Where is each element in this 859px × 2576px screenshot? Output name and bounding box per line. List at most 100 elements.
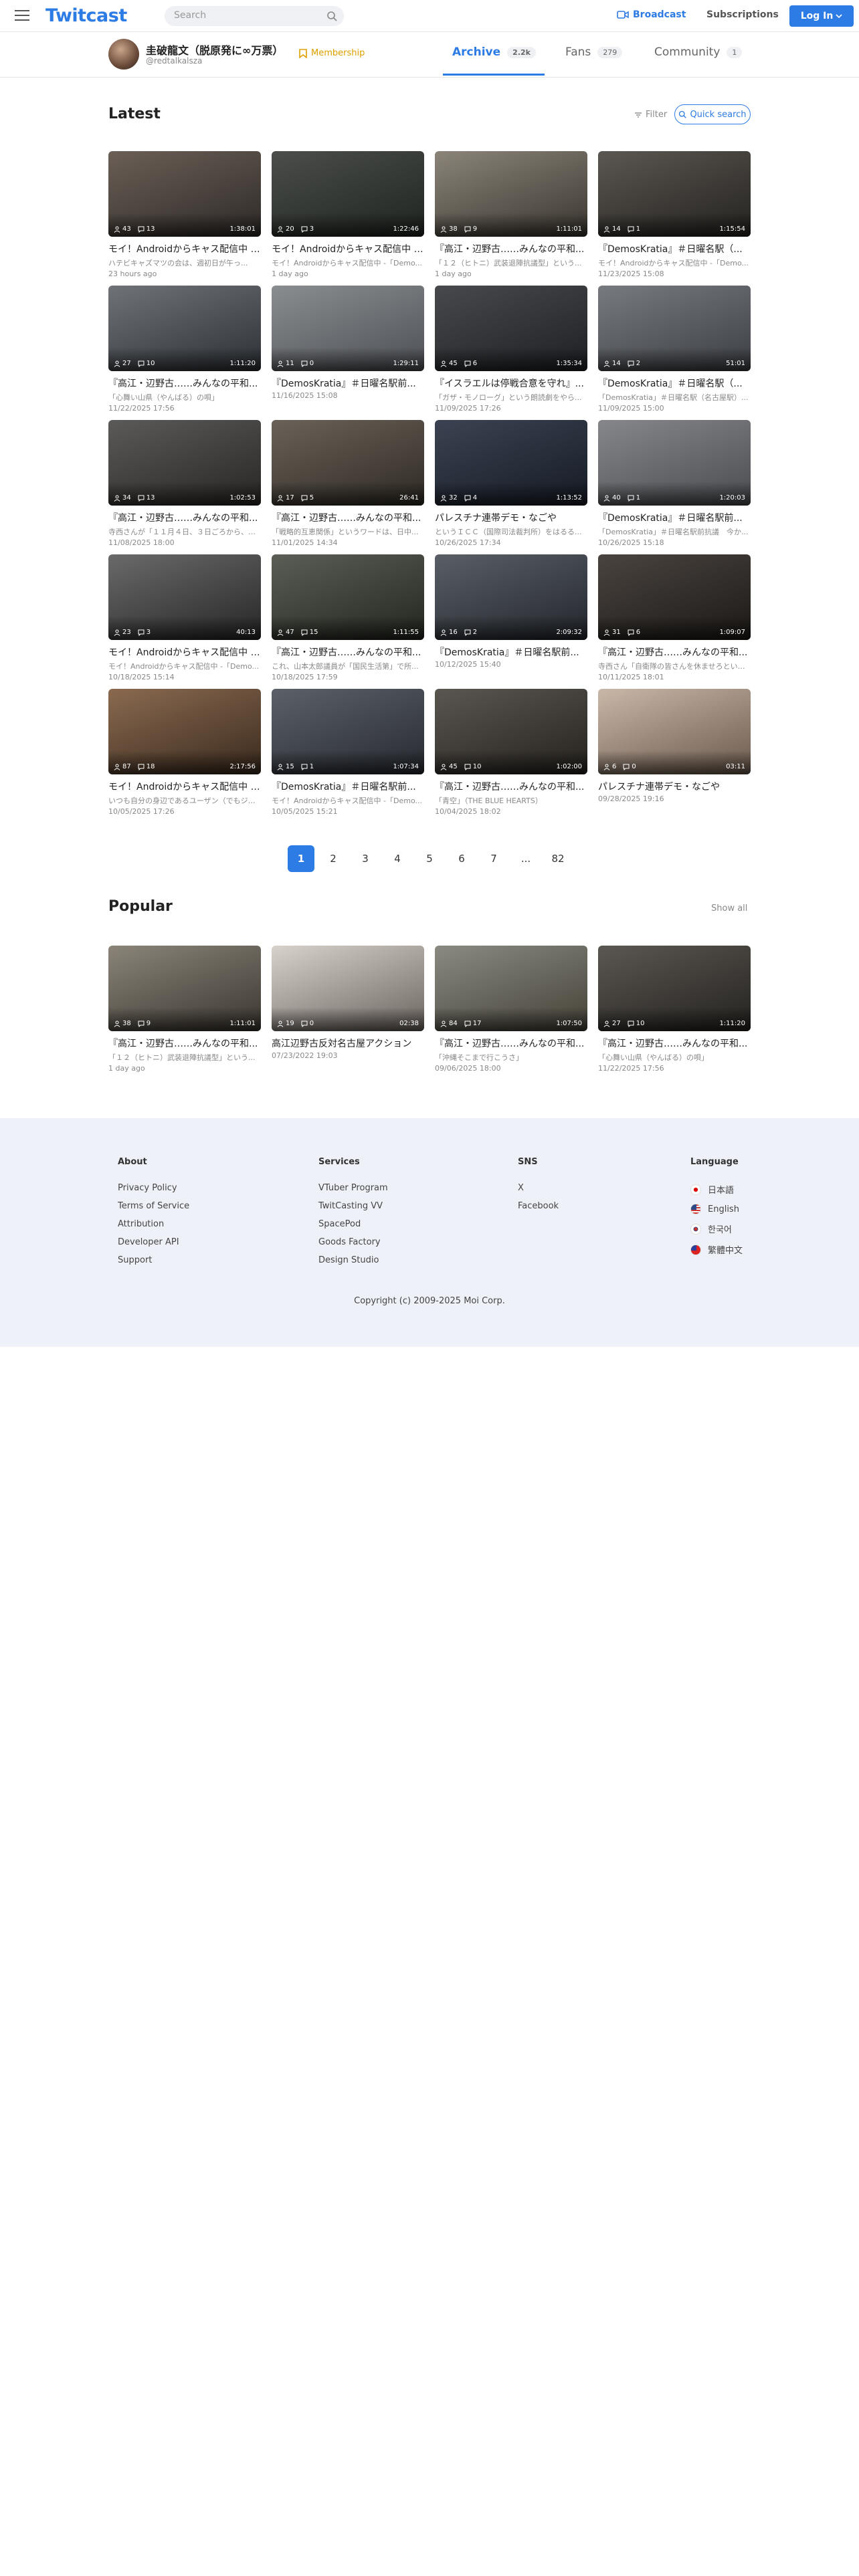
language-option-zh[interactable]: 繁體中文 bbox=[690, 1243, 743, 1256]
video-thumbnail[interactable]: 43 13 1:38:01 bbox=[108, 151, 261, 237]
video-thumbnail[interactable]: 23 3 40:13 bbox=[108, 554, 261, 640]
video-card[interactable]: 38 9 1:11:01 『高江・辺野古……みんなの平和... 「１２（ヒトニ）武装退陣… bbox=[108, 946, 261, 1073]
video-card[interactable]: 87 18 2:17:56 モイ！Androidからキャス配信中 -... いつも自分の… bbox=[108, 689, 261, 816]
video-card[interactable]: 27 10 1:11:20 『高江・辺野古……みんなの平和... 「心舞い山県（やんばる… bbox=[108, 286, 261, 413]
login-button[interactable]: Log In bbox=[789, 5, 854, 27]
video-title[interactable]: 『高江・辺野古……みんなの平和... bbox=[108, 511, 261, 524]
tab-fans[interactable]: Fans 279 bbox=[565, 45, 623, 59]
video-title[interactable]: モイ！Androidからキャス配信中 -... bbox=[108, 645, 261, 659]
footer-link[interactable]: Terms of Service bbox=[118, 1201, 189, 1211]
video-card[interactable]: 14 1 1:15:54 『DemosKratia』＃日曜名駅（... モイ！Andro… bbox=[598, 151, 751, 278]
video-title[interactable]: 『高江・辺野古……みんなの平和... bbox=[435, 242, 587, 255]
avatar[interactable] bbox=[108, 39, 139, 70]
video-card[interactable]: 17 5 26:41 『高江・辺野古……みんなの平和... 「戦略的互恵関係」というワー… bbox=[272, 420, 424, 547]
video-title[interactable]: 『DemosKratia』＃日曜名駅前... bbox=[272, 780, 424, 793]
video-title[interactable]: 『高江・辺野古……みんなの平和... bbox=[272, 511, 424, 524]
video-card[interactable]: 15 1 1:07:34 『DemosKratia』＃日曜名駅前... モイ！Andro… bbox=[272, 689, 424, 816]
video-card[interactable]: 31 6 1:09:07 『高江・辺野古……みんなの平和... 寺西さん「自衛隊の皆さん… bbox=[598, 554, 751, 681]
video-card[interactable]: 20 3 1:22:46 モイ！Androidからキャス配信中 -... モイ！Andr… bbox=[272, 151, 424, 278]
video-card[interactable]: 43 13 1:38:01 モイ！Androidからキャス配信中 -... ハテビキャズ… bbox=[108, 151, 261, 278]
footer-link[interactable]: TwitCasting VV bbox=[318, 1201, 388, 1211]
video-thumbnail[interactable]: 14 1 1:15:54 bbox=[598, 151, 751, 237]
video-thumbnail[interactable]: 6 0 03:11 bbox=[598, 689, 751, 774]
video-thumbnail[interactable]: 31 6 1:09:07 bbox=[598, 554, 751, 640]
video-title[interactable]: 『DemosKratia』＃日曜名駅（... bbox=[598, 242, 751, 255]
video-title[interactable]: 高江辺野古反対名古屋アクション bbox=[272, 1037, 424, 1050]
video-card[interactable]: 16 2 2:09:32 『DemosKratia』＃日曜名駅前... 10/12/20… bbox=[435, 554, 587, 669]
video-thumbnail[interactable]: 45 10 1:02:00 bbox=[435, 689, 587, 774]
video-thumbnail[interactable]: 38 9 1:11:01 bbox=[108, 946, 261, 1031]
language-option-ko[interactable]: 한국어 bbox=[690, 1222, 743, 1235]
video-thumbnail[interactable]: 27 10 1:11:20 bbox=[108, 286, 261, 371]
video-thumbnail[interactable]: 19 0 02:38 bbox=[272, 946, 424, 1031]
footer-link[interactable]: VTuber Program bbox=[318, 1183, 388, 1193]
video-title[interactable]: 『高江・辺野古……みんなの平和... bbox=[108, 1037, 261, 1050]
video-thumbnail[interactable]: 34 13 1:02:53 bbox=[108, 420, 261, 506]
video-title[interactable]: 『DemosKratia』＃日曜名駅前... bbox=[272, 377, 424, 390]
video-title[interactable]: 『高江・辺野古……みんなの平和... bbox=[272, 645, 424, 659]
video-card[interactable]: 19 0 02:38 高江辺野古反対名古屋アクション 07/23/2022 19:03 bbox=[272, 946, 424, 1060]
page-button[interactable]: 6 bbox=[448, 845, 475, 872]
video-thumbnail[interactable]: 14 2 51:01 bbox=[598, 286, 751, 371]
video-thumbnail[interactable]: 17 5 26:41 bbox=[272, 420, 424, 506]
page-button[interactable]: 1 bbox=[288, 845, 314, 872]
video-title[interactable]: 『高江・辺野古……みんなの平和... bbox=[598, 1037, 751, 1050]
video-thumbnail[interactable]: 20 3 1:22:46 bbox=[272, 151, 424, 237]
page-button[interactable]: 82 bbox=[545, 845, 571, 872]
user-name[interactable]: 圭破龍文（脱原発に∞万票） bbox=[146, 41, 283, 58]
footer-link[interactable]: SpacePod bbox=[318, 1219, 388, 1229]
page-button[interactable]: 3 bbox=[352, 845, 379, 872]
video-thumbnail[interactable]: 38 9 1:11:01 bbox=[435, 151, 587, 237]
footer-link[interactable]: Design Studio bbox=[318, 1255, 388, 1265]
search-icon[interactable] bbox=[326, 11, 337, 21]
video-thumbnail[interactable]: 47 15 1:11:55 bbox=[272, 554, 424, 640]
video-title[interactable]: モイ！Androidからキャス配信中 -... bbox=[108, 242, 261, 255]
language-option-en[interactable]: English bbox=[690, 1204, 743, 1214]
twitcast-logo[interactable]: Twitcast bbox=[45, 5, 127, 26]
video-card[interactable]: 14 2 51:01 『DemosKratia』＃日曜名駅（... 「DemosKrat… bbox=[598, 286, 751, 413]
video-thumbnail[interactable]: 16 2 2:09:32 bbox=[435, 554, 587, 640]
filter-button[interactable]: Filter bbox=[634, 110, 667, 120]
search-input[interactable] bbox=[174, 10, 321, 21]
show-all-link[interactable]: Show all bbox=[711, 903, 747, 914]
video-card[interactable]: 23 3 40:13 モイ！Androidからキャス配信中 -... モイ！Androi… bbox=[108, 554, 261, 681]
video-card[interactable]: 84 17 1:07:50 『高江・辺野古……みんなの平和... 「沖縄そこまで行こうさ… bbox=[435, 946, 587, 1073]
video-title[interactable]: モイ！Androidからキャス配信中 -... bbox=[108, 780, 261, 793]
quick-search-button[interactable]: Quick search bbox=[674, 104, 751, 124]
membership-link[interactable]: Membership bbox=[299, 48, 365, 58]
video-card[interactable]: 11 0 1:29:11 『DemosKratia』＃日曜名駅前... 11/16/20… bbox=[272, 286, 424, 400]
video-title[interactable]: 『高江・辺野古……みんなの平和... bbox=[598, 645, 751, 659]
video-thumbnail[interactable]: 84 17 1:07:50 bbox=[435, 946, 587, 1031]
video-thumbnail[interactable]: 15 1 1:07:34 bbox=[272, 689, 424, 774]
video-card[interactable]: 6 0 03:11 パレスチナ連帯デモ・なごや 09/28/2025 19:16 bbox=[598, 689, 751, 803]
footer-link[interactable]: Facebook bbox=[518, 1201, 559, 1211]
page-button[interactable]: 2 bbox=[320, 845, 347, 872]
video-title[interactable]: 『高江・辺野古……みんなの平和... bbox=[435, 780, 587, 793]
subscriptions-link[interactable]: Subscriptions bbox=[706, 9, 779, 20]
page-button[interactable]: 5 bbox=[416, 845, 443, 872]
video-card[interactable]: 45 10 1:02:00 『高江・辺野古……みんなの平和... 「青空」（THE BL… bbox=[435, 689, 587, 816]
video-card[interactable]: 45 6 1:35:34 『イスラエルは停戦合意を守れ』... 「ガザ・モノローグ」とい… bbox=[435, 286, 587, 413]
video-title[interactable]: モイ！Androidからキャス配信中 -... bbox=[272, 242, 424, 255]
video-title[interactable]: パレスチナ連帯デモ・なごや bbox=[598, 780, 751, 793]
video-title[interactable]: 『DemosKratia』＃日曜名駅前... bbox=[598, 511, 751, 524]
video-thumbnail[interactable]: 87 18 2:17:56 bbox=[108, 689, 261, 774]
menu-icon[interactable] bbox=[15, 10, 29, 22]
video-card[interactable]: 40 1 1:20:03 『DemosKratia』＃日曜名駅前... 「DemosKr… bbox=[598, 420, 751, 547]
video-title[interactable]: 『高江・辺野古……みんなの平和... bbox=[435, 1037, 587, 1050]
video-card[interactable]: 47 15 1:11:55 『高江・辺野古……みんなの平和... これ、山本太郎議員が「… bbox=[272, 554, 424, 681]
video-card[interactable]: 32 4 1:13:52 パレスチナ連帯デモ・なごや というＩＣＣ（国際司法裁判所）をは… bbox=[435, 420, 587, 547]
footer-link[interactable]: Attribution bbox=[118, 1219, 189, 1229]
video-card[interactable]: 38 9 1:11:01 『高江・辺野古……みんなの平和... 「１２（ヒトニ）武装退陣… bbox=[435, 151, 587, 278]
tab-community[interactable]: Community 1 bbox=[654, 45, 743, 59]
footer-link[interactable]: Goods Factory bbox=[318, 1237, 388, 1247]
video-card[interactable]: 34 13 1:02:53 『高江・辺野古……みんなの平和... 寺西さんが「１１月４日… bbox=[108, 420, 261, 547]
page-button[interactable]: 4 bbox=[384, 845, 411, 872]
tab-archive[interactable]: Archive 2.2k bbox=[452, 45, 536, 59]
video-thumbnail[interactable]: 27 10 1:11:20 bbox=[598, 946, 751, 1031]
video-title[interactable]: 『高江・辺野古……みんなの平和... bbox=[108, 377, 261, 390]
video-thumbnail[interactable]: 45 6 1:35:34 bbox=[435, 286, 587, 371]
video-title[interactable]: パレスチナ連帯デモ・なごや bbox=[435, 511, 587, 524]
language-option-ja[interactable]: 日本語 bbox=[690, 1183, 743, 1196]
video-thumbnail[interactable]: 40 1 1:20:03 bbox=[598, 420, 751, 506]
